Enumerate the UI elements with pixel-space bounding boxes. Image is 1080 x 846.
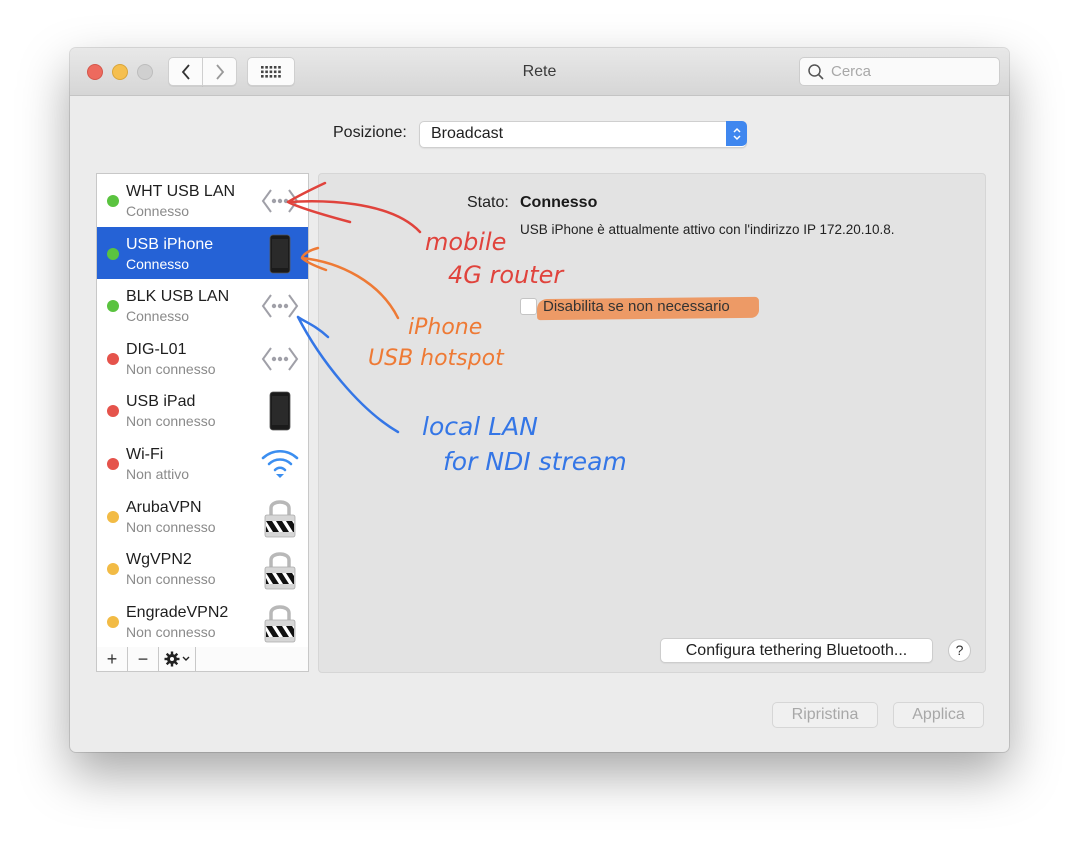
vpn-lock-icon <box>258 600 302 644</box>
select-stepper-icon <box>726 121 747 146</box>
service-item[interactable]: BLK USB LAN Connesso <box>97 279 308 332</box>
status-dot <box>107 352 119 365</box>
service-name: USB iPad <box>126 393 196 411</box>
status-description: USB iPhone è attualmente attivo con l'in… <box>520 222 895 237</box>
service-status: Connesso <box>126 308 190 325</box>
status-dot <box>107 563 119 576</box>
service-item[interactable]: USB iPad Non connesso <box>97 384 308 437</box>
ethernet-icon <box>258 179 302 223</box>
search-input[interactable] <box>829 62 993 81</box>
service-name: Wi-Fi <box>126 445 164 463</box>
status-label: Stato: <box>467 194 509 211</box>
service-status: Connesso <box>126 255 190 272</box>
service-name: USB iPhone <box>126 235 214 253</box>
service-status: Non connesso <box>126 571 216 588</box>
service-item[interactable]: EngradeVPN2 Non connesso <box>97 595 308 647</box>
action-menu-button[interactable] <box>159 647 196 671</box>
status-dot <box>107 510 119 523</box>
service-item[interactable]: USB iPhone Connesso <box>97 226 308 280</box>
location-value: Broadcast <box>431 125 504 142</box>
disable-if-unneeded-checkbox[interactable] <box>520 298 537 315</box>
ethernet-icon <box>258 284 302 328</box>
apply-button[interactable]: Applica <box>893 702 984 728</box>
status-dot <box>107 405 119 418</box>
service-name: DIG-L01 <box>126 340 187 358</box>
status-dot <box>107 247 119 260</box>
service-item[interactable]: DIG-L01 Non connesso <box>97 332 308 385</box>
service-status: Non attivo <box>126 465 190 482</box>
title-bar: Rete <box>70 48 1009 96</box>
status-dot <box>107 615 119 628</box>
wifi-icon <box>258 442 302 486</box>
chevron-down-icon <box>182 656 190 661</box>
service-status: Non connesso <box>126 518 216 535</box>
service-list-toolbar: + − <box>96 647 309 672</box>
service-status: Non connesso <box>126 623 216 640</box>
service-detail-pane: Stato: Connesso USB iPhone è attualmente… <box>318 173 986 673</box>
add-service-button[interactable]: + <box>97 647 128 671</box>
service-status: Connesso <box>126 203 190 219</box>
service-item[interactable]: ArubaVPN Non connesso <box>97 490 308 543</box>
disable-if-unneeded-row[interactable]: Disabilita se non necessario <box>520 298 730 315</box>
status-dot <box>107 457 119 470</box>
service-status: Non connesso <box>126 413 216 430</box>
remove-service-button[interactable]: − <box>128 647 159 671</box>
status-value: Connesso <box>520 194 598 211</box>
vpn-lock-icon <box>258 495 302 539</box>
location-label: Posizione: <box>333 124 407 141</box>
network-preferences-window: Rete Posizione: Broadcast WHT USB LAN Con… <box>70 48 1009 752</box>
status-dot <box>107 300 119 313</box>
vpn-lock-icon <box>258 547 302 591</box>
disable-if-unneeded-label[interactable]: Disabilita se non necessario <box>543 298 730 315</box>
iphone-icon <box>258 389 302 433</box>
service-name: WHT USB LAN <box>126 183 236 200</box>
service-list[interactable]: WHT USB LAN Connesso USB iPhone Connesso BLK… <box>96 173 309 648</box>
search-field[interactable] <box>799 57 1000 86</box>
status-dot <box>107 195 119 207</box>
service-name: EngradeVPN2 <box>126 603 229 621</box>
iphone-icon <box>258 232 302 276</box>
revert-button[interactable]: Ripristina <box>772 702 878 728</box>
service-status: Non connesso <box>126 360 216 377</box>
help-button[interactable]: ? <box>948 639 971 662</box>
location-select[interactable]: Broadcast <box>419 121 747 148</box>
service-name: WgVPN2 <box>126 551 192 569</box>
search-icon <box>808 63 824 80</box>
ethernet-icon <box>258 337 302 381</box>
bluetooth-tethering-button[interactable]: Configura tethering Bluetooth... <box>660 638 933 663</box>
service-item[interactable]: WHT USB LAN Connesso <box>97 174 308 227</box>
service-name: BLK USB LAN <box>126 288 230 306</box>
gear-icon <box>164 651 180 667</box>
service-name: ArubaVPN <box>126 498 202 516</box>
service-item[interactable]: Wi-Fi Non attivo <box>97 437 308 490</box>
service-item[interactable]: WgVPN2 Non connesso <box>97 542 308 595</box>
